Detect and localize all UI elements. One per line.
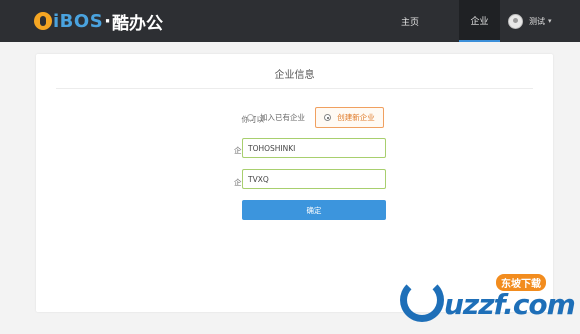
watermark-swoosh-icon [400, 278, 444, 322]
logo-dot: · [104, 10, 111, 32]
short-name-input[interactable] [242, 138, 386, 158]
watermark-badge: 东坡下载 [496, 274, 546, 291]
radio-checked-icon [324, 114, 332, 121]
watermark: uzzf.com 东坡下载 [400, 274, 576, 330]
top-navbar: iBOS · 酷办公 主页 企业 测试 ▾ [0, 0, 580, 42]
caret-down-icon: ▾ [548, 17, 552, 25]
logo-text: iBOS [53, 10, 104, 32]
brand-logo[interactable]: iBOS · 酷办公 [34, 10, 163, 34]
confirm-button[interactable]: 确定 [242, 200, 386, 220]
radio-create-label: 创建新企业 [337, 113, 375, 122]
lightbulb-icon [34, 12, 52, 30]
nav-enterprise[interactable]: 企业 [459, 0, 500, 42]
radio-create-enterprise[interactable]: 创建新企业 [315, 107, 384, 128]
radio-join-label: 加入已有企业 [260, 113, 305, 122]
logo-chinese-text: 酷办公 [112, 13, 163, 34]
nav-home[interactable]: 主页 [392, 0, 428, 42]
card-divider [56, 88, 533, 89]
card-title: 企业信息 [274, 70, 315, 81]
code-input[interactable] [242, 169, 386, 189]
radio-join-enterprise[interactable]: 加入已有企业 [247, 107, 309, 128]
watermark-text: uzzf.com [444, 288, 576, 321]
user-name: 测试 [529, 16, 545, 26]
user-menu[interactable]: 测试 ▾ [508, 0, 552, 42]
radio-unchecked-icon [247, 114, 254, 121]
avatar [508, 13, 523, 29]
